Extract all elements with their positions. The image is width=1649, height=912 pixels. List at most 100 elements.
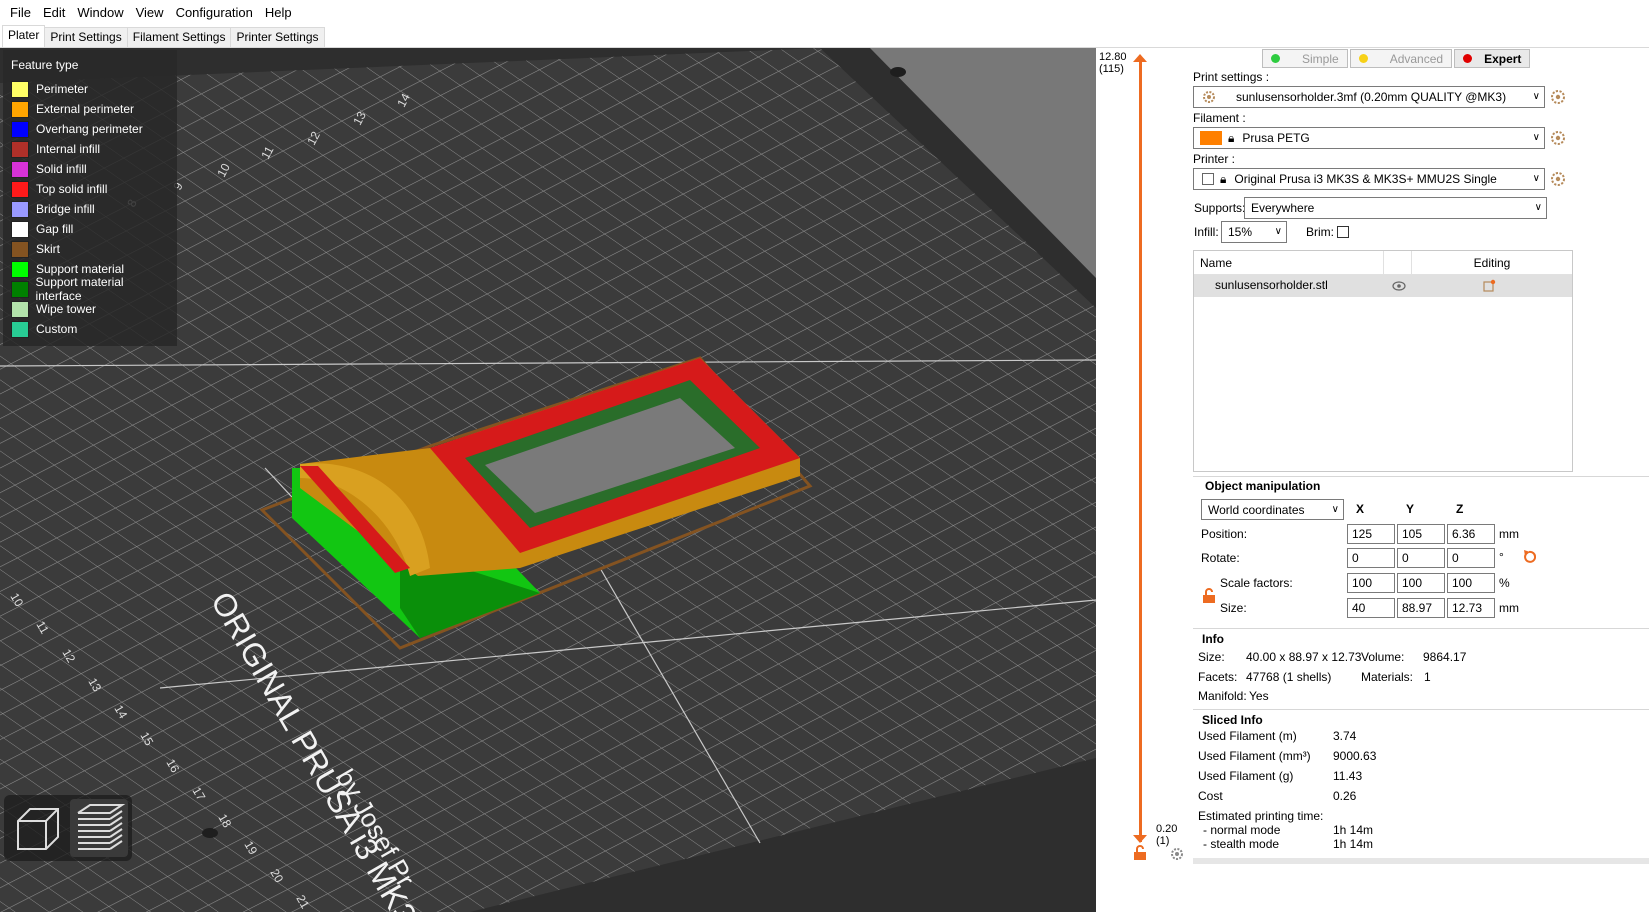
supports-label: Supports: — [1194, 201, 1246, 215]
legend-swatch — [11, 120, 29, 138]
gear-icon[interactable] — [1550, 89, 1566, 105]
position-x-input[interactable]: 125 — [1347, 524, 1395, 544]
gear-icon[interactable] — [1550, 130, 1566, 146]
mode-dot — [1358, 54, 1368, 63]
menu-help[interactable]: Help — [259, 0, 298, 26]
legend-label: Bridge infill — [36, 202, 95, 216]
infill-label: Infill: — [1194, 225, 1219, 239]
sliced-value: 3.74 — [1333, 729, 1357, 743]
layer-slider-panel: 12.80 (115) 0.20 (1) — [1096, 48, 1188, 912]
scale-x-input[interactable]: 100 — [1347, 573, 1395, 593]
position-z-input[interactable]: 6.36 — [1447, 524, 1495, 544]
object-list-header: Name Editing — [1194, 251, 1572, 275]
filament-dropdown[interactable]: 🔒︎ Prusa PETG ∨ — [1193, 127, 1545, 149]
legend-swatch — [11, 280, 29, 298]
slider-bottom-layer: (1) — [1156, 835, 1170, 847]
legend-item: External perimeter — [11, 99, 169, 119]
cube-icon — [17, 808, 59, 850]
layers-icon — [77, 804, 126, 850]
mode-label: Expert — [1484, 51, 1522, 66]
printer-label: Printer : — [1193, 152, 1236, 166]
sliced-label: Used Filament (mm³) — [1198, 749, 1311, 763]
sliced-label: Used Filament (m) — [1198, 729, 1297, 743]
tab-plater[interactable]: Plater — [2, 25, 46, 47]
size-y-input[interactable]: 88.97 — [1397, 598, 1445, 618]
gear-icon[interactable] — [1170, 847, 1184, 861]
menu-configuration[interactable]: Configuration — [170, 0, 259, 26]
legend-label: Support material — [36, 262, 125, 276]
print-settings-label: Print settings : — [1193, 70, 1270, 84]
tab-filament-settings[interactable]: Filament Settings — [126, 27, 232, 47]
legend-label: Perimeter — [36, 82, 89, 96]
menu-view[interactable]: View — [130, 0, 170, 26]
legend-item: Custom — [11, 319, 169, 339]
info-manifold-value: Yes — [1249, 689, 1269, 703]
gear-icon[interactable] — [1550, 171, 1566, 187]
3d-view-button[interactable] — [8, 799, 66, 857]
axis-y-label: Y — [1406, 502, 1415, 516]
chevron-down-icon: ∨ — [1532, 173, 1540, 184]
chevron-down-icon: ∨ — [1532, 132, 1540, 143]
mode-simple-button[interactable]: Simple — [1262, 49, 1348, 68]
export-bar-edge — [1193, 858, 1649, 864]
info-title: Info — [1202, 632, 1224, 646]
axis-z-label: Z — [1456, 502, 1464, 516]
sliced-label: Used Filament (g) — [1198, 769, 1294, 783]
rotate-z-input[interactable]: 0 — [1447, 548, 1495, 568]
slider-top-label: 12.80 (115) — [1099, 51, 1127, 75]
preview-button[interactable] — [70, 799, 128, 857]
supports-dropdown[interactable]: Everywhere ∨ — [1244, 197, 1547, 219]
filament-value: Prusa PETG — [1242, 131, 1310, 145]
position-y-input[interactable]: 105 — [1397, 524, 1445, 544]
column-visibility-header[interactable] — [1384, 251, 1412, 274]
reset-rotation-icon[interactable] — [1522, 549, 1536, 565]
slider-bottom-handle[interactable] — [1133, 835, 1147, 843]
scale-y-input[interactable]: 100 — [1397, 573, 1445, 593]
legend-swatch — [11, 140, 29, 158]
eye-icon[interactable] — [1392, 281, 1406, 291]
legend-label: Wipe tower — [36, 302, 97, 316]
mode-expert-button[interactable]: Expert — [1454, 49, 1531, 68]
edit-settings-icon[interactable] — [1483, 279, 1496, 292]
tab-printer-settings[interactable]: Printer Settings — [230, 27, 325, 47]
rotate-unit: ° — [1499, 550, 1504, 564]
column-name-header[interactable]: Name — [1194, 251, 1384, 274]
mode-label: Simple — [1302, 51, 1339, 66]
unlock-icon[interactable] — [1133, 845, 1147, 861]
object-row[interactable]: sunlusensorholder.stl — [1194, 275, 1572, 297]
scale-z-input[interactable]: 100 — [1447, 573, 1495, 593]
infill-dropdown[interactable]: 15% ∨ — [1221, 221, 1287, 243]
info-materials-value: 1 — [1424, 670, 1431, 684]
info-size-value: 40.00 x 88.97 x 12.73 — [1246, 650, 1362, 664]
info-size-label: Size: — [1198, 650, 1225, 664]
bed-hole — [890, 67, 906, 77]
position-unit: mm — [1499, 527, 1519, 541]
filament-label: Filament : — [1193, 111, 1246, 125]
stealth-mode-value: 1h 14m — [1333, 837, 1374, 851]
rotate-y-input[interactable]: 0 — [1397, 548, 1445, 568]
mode-dot — [1463, 54, 1473, 63]
menu-window[interactable]: Window — [71, 0, 129, 26]
print-settings-dropdown[interactable]: sunlusensorholder.3mf (0.20mm QUALITY @M… — [1193, 86, 1545, 108]
column-editing-header[interactable]: Editing — [1412, 251, 1572, 274]
legend-item: Support material interface — [11, 275, 169, 303]
printer-dropdown[interactable]: 🔒︎ Original Prusa i3 MK3S & MK3S+ MMU2S … — [1193, 168, 1545, 190]
size-x-input[interactable]: 40 — [1347, 598, 1395, 618]
slider-bottom-label: 0.20 (1) — [1156, 823, 1177, 847]
tab-print-settings[interactable]: Print Settings — [44, 27, 128, 47]
brim-checkbox[interactable] — [1337, 226, 1349, 238]
coordinate-system-dropdown[interactable]: World coordinates ∨ — [1201, 499, 1344, 520]
unlock-icon[interactable] — [1202, 588, 1216, 604]
sliced-label: Cost — [1198, 789, 1223, 803]
layer-slider-track[interactable] — [1139, 60, 1142, 842]
legend-item: Gap fill — [11, 219, 169, 239]
mode-advanced-button[interactable]: Advanced — [1349, 49, 1453, 68]
rotate-x-input[interactable]: 0 — [1347, 548, 1395, 568]
menu-edit[interactable]: Edit — [37, 0, 71, 26]
print-settings-icon — [1203, 91, 1215, 103]
size-z-input[interactable]: 12.73 — [1447, 598, 1495, 618]
menu-file[interactable]: File — [4, 0, 37, 26]
3d-viewport[interactable]: 14 13 12 11 10 9 8 10 11 12 13 14 15 16 … — [0, 48, 1096, 912]
slider-top-handle[interactable] — [1133, 54, 1147, 62]
sliced-value: 11.43 — [1333, 769, 1363, 783]
